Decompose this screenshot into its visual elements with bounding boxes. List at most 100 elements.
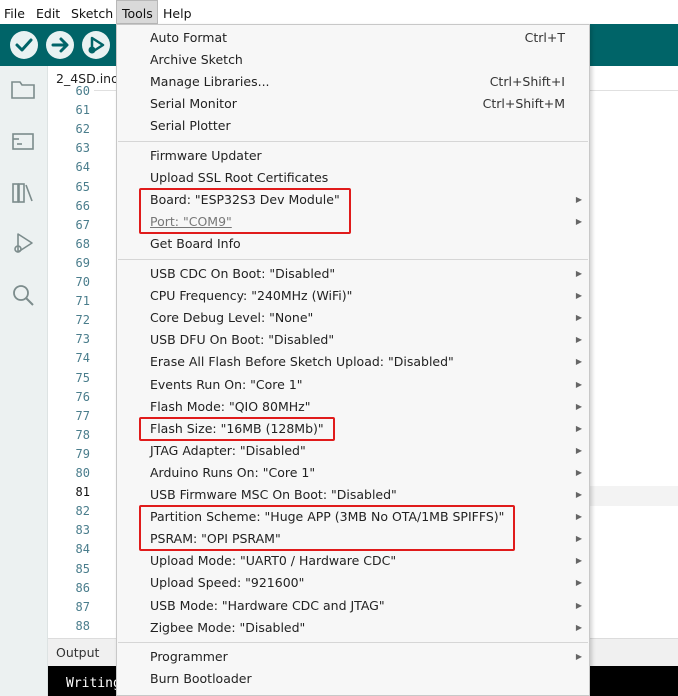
menu-item-erase-all-flash-before-sketch-upload[interactable]: Erase All Flash Before Sketch Upload: "D… (117, 351, 589, 373)
menu-item-firmware-updater[interactable]: Firmware Updater (117, 145, 589, 167)
verify-button[interactable] (10, 31, 38, 59)
submenu-arrow-icon: ▶ (575, 534, 582, 544)
menu-item-shortcut: Ctrl+Shift+I (489, 74, 565, 90)
menu-sketch[interactable]: Sketch (71, 0, 113, 24)
library-manager-icon[interactable] (10, 180, 36, 206)
line-number: 87 (75, 599, 90, 614)
menu-item-manage-libraries[interactable]: Manage Libraries... Ctrl+Shift+I (117, 71, 589, 93)
menu-item-arduino-runs-on[interactable]: Arduino Runs On: "Core 1" ▶ (117, 462, 589, 484)
menu-item-serial-monitor[interactable]: Serial Monitor Ctrl+Shift+M (117, 93, 589, 115)
submenu-arrow-icon: ▶ (575, 195, 582, 205)
current-line-highlight (590, 486, 678, 506)
menu-item-label: Upload SSL Root Certificates (150, 170, 329, 186)
menu-item-serial-plotter[interactable]: Serial Plotter (117, 115, 589, 137)
menu-item-usb-mode[interactable]: USB Mode: "Hardware CDC and JTAG" ▶ (117, 595, 589, 617)
line-number: 76 (75, 389, 90, 404)
menu-file[interactable]: File (4, 0, 28, 24)
menu-item-shortcut: Ctrl+Shift+M (482, 96, 565, 112)
annotation-highlight-box (139, 416, 335, 441)
menu-item-shortcut: Ctrl+T (524, 30, 565, 45)
menu-item-usb-firmware-msc-on-boot[interactable]: USB Firmware MSC On Boot: "Disabled" ▶ (117, 484, 589, 506)
line-number: 60 (75, 84, 90, 98)
line-number: 77 (75, 408, 90, 423)
line-number: 68 (75, 236, 90, 251)
submenu-arrow-icon: ▶ (575, 652, 582, 662)
submenu-arrow-icon: ▶ (575, 291, 582, 301)
search-icon[interactable] (10, 282, 36, 308)
line-number: 82 (75, 504, 90, 519)
line-number: 71 (75, 294, 90, 309)
line-number: 86 (75, 580, 90, 595)
sidebar (0, 66, 48, 696)
menu-item-burn-bootloader[interactable]: Burn Bootloader (117, 668, 589, 690)
menu-item-label: USB Mode: "Hardware CDC and JTAG" (150, 597, 385, 613)
line-number: 75 (75, 370, 90, 385)
menu-item-label: Manage Libraries... (150, 74, 270, 90)
annotation-highlight-box (139, 505, 516, 552)
line-number: 63 (75, 141, 90, 156)
submenu-arrow-icon: ▶ (575, 269, 582, 278)
line-number-gutter: 60 61 62 63 64 65 66 67 68 69 70 71 72 73 74 75 76 77 78 79… (48, 84, 94, 638)
menu-item-usb-cdc-on-boot[interactable]: USB CDC On Boot: "Disabled" ▶ (117, 263, 589, 285)
line-number: 85 (75, 561, 90, 576)
menu-item-upload-mode[interactable]: Upload Mode: "UART0 / Hardware CDC" ▶ (117, 550, 589, 572)
menu-item-auto-format[interactable]: Auto Format Ctrl+T (117, 27, 589, 49)
menu-item-events-run-on[interactable]: Events Run On: "Core 1" ▶ (117, 374, 589, 396)
tools-menu: Auto Format Ctrl+T Archive Sketch Manage Li… (116, 24, 590, 696)
menu-item-label: Auto Format (150, 30, 228, 45)
menu-item-label: Events Run On: "Core 1" (150, 376, 303, 392)
menu-item-label: CPU Frequency: "240MHz (WiFi)" (150, 288, 353, 304)
line-number: 67 (75, 217, 90, 232)
menu-item-label: Get Board Info (150, 236, 241, 252)
menu-tools[interactable]: Tools (116, 0, 158, 24)
menu-item-zigbee-mode[interactable]: Zigbee Mode: "Disabled" ▶ (117, 617, 589, 639)
folder-icon[interactable] (10, 76, 36, 102)
submenu-arrow-icon: ▶ (575, 445, 582, 455)
menu-item-label: Archive Sketch (150, 52, 243, 68)
submenu-arrow-icon: ▶ (575, 335, 582, 345)
debug-button[interactable] (82, 31, 110, 59)
debug-icon (88, 36, 105, 54)
arrow-right-icon (51, 37, 69, 53)
line-number: 78 (75, 427, 90, 442)
checkmark-icon (15, 38, 33, 52)
menu-separator (118, 141, 588, 142)
menu-item-label: USB CDC On Boot: "Disabled" (150, 266, 336, 281)
menu-item-flash-mode[interactable]: Flash Mode: "QIO 80MHz" ▶ (117, 396, 589, 418)
line-number: 64 (75, 160, 90, 175)
debug-icon[interactable] (10, 230, 36, 256)
line-number: 83 (75, 523, 90, 538)
menu-edit[interactable]: Edit (36, 0, 62, 24)
menu-item-programmer[interactable]: Programmer ▶ (117, 646, 589, 668)
menu-item-label: Programmer (150, 649, 228, 665)
upload-button[interactable] (46, 31, 74, 59)
line-number: 62 (75, 122, 90, 137)
menu-item-jtag-adapter[interactable]: JTAG Adapter: "Disabled" ▶ (117, 440, 589, 462)
line-number: 73 (75, 332, 90, 347)
menu-item-archive-sketch[interactable]: Archive Sketch (117, 49, 589, 71)
menu-item-usb-dfu-on-boot[interactable]: USB DFU On Boot: "Disabled" ▶ (117, 329, 589, 351)
menu-help[interactable]: Help (163, 0, 193, 24)
menu-item-upload-ssl-root-certificates[interactable]: Upload SSL Root Certificates (117, 167, 589, 189)
menu-item-upload-speed[interactable]: Upload Speed: "921600" ▶ (117, 572, 589, 594)
menu-item-label: Serial Plotter (150, 118, 231, 134)
menu-item-core-debug-level[interactable]: Core Debug Level: "None" ▶ (117, 307, 589, 329)
menu-item-label: Erase All Flash Before Sketch Upload: "D… (150, 354, 454, 370)
menu-item-label: USB Firmware MSC On Boot: "Disabled" (150, 487, 397, 502)
menu-item-get-board-info[interactable]: Get Board Info (117, 233, 589, 255)
submenu-arrow-icon: ▶ (575, 578, 582, 588)
submenu-arrow-icon: ▶ (575, 600, 582, 610)
line-number: 69 (75, 255, 90, 270)
menu-item-label: USB DFU On Boot: "Disabled" (150, 332, 335, 348)
line-number: 88 (75, 618, 90, 633)
menu-item-label: Firmware Updater (150, 148, 262, 163)
line-number: 79 (75, 446, 90, 461)
annotation-highlight-box (139, 188, 351, 235)
boards-manager-icon[interactable] (10, 128, 36, 154)
menu-item-label: Zigbee Mode: "Disabled" (150, 619, 306, 635)
menu-item-cpu-frequency[interactable]: CPU Frequency: "240MHz (WiFi)" ▶ (117, 285, 589, 307)
line-number: 74 (75, 351, 90, 366)
line-number: 84 (75, 542, 90, 557)
output-tab[interactable]: Output (56, 639, 99, 667)
menu-item-label: Serial Monitor (150, 96, 237, 112)
